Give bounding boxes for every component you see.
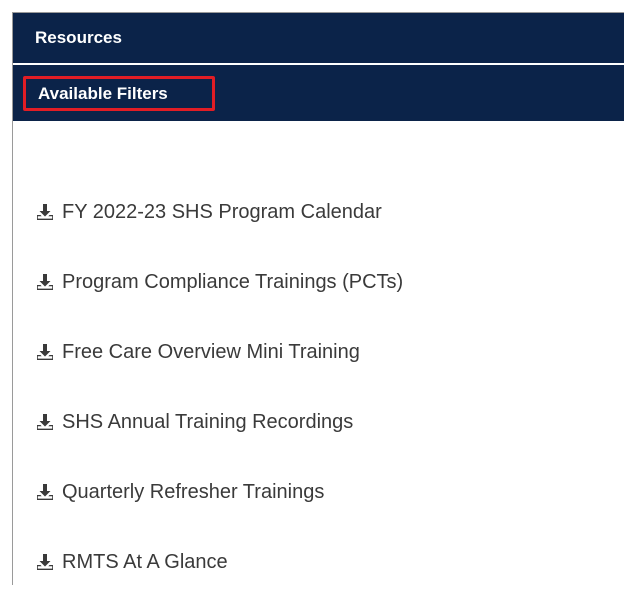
available-filters-bar[interactable]: Available Filters <box>13 65 624 121</box>
resource-link-label: FY 2022-23 SHS Program Calendar <box>62 200 382 223</box>
download-icon <box>37 344 53 360</box>
resources-title: Resources <box>35 28 122 47</box>
resource-link-free-care-overview[interactable]: Free Care Overview Mini Training <box>13 317 403 387</box>
download-icon <box>37 554 53 570</box>
resource-link-label: Quarterly Refresher Trainings <box>62 480 325 503</box>
download-icon <box>37 414 53 430</box>
resources-header: Resources <box>13 13 624 65</box>
resource-link-label: Program Compliance Trainings (PCTs) <box>62 270 404 293</box>
resource-link-annual-training-recordings[interactable]: SHS Annual Training Recordings <box>13 387 403 457</box>
resources-panel: Resources Available Filters FY 2022-23 S… <box>12 12 624 585</box>
resource-link-rmts-at-a-glance[interactable]: RMTS At A Glance <box>13 527 403 597</box>
resource-link-label: Free Care Overview Mini Training <box>62 340 360 363</box>
resource-list: FY 2022-23 SHS Program Calendar Program … <box>13 177 403 597</box>
download-icon <box>37 204 53 220</box>
resource-link-quarterly-refresher[interactable]: Quarterly Refresher Trainings <box>13 457 403 527</box>
download-icon <box>37 274 53 290</box>
download-icon <box>37 484 53 500</box>
resource-link-label: RMTS At A Glance <box>62 550 228 573</box>
available-filters-label[interactable]: Available Filters <box>23 75 215 111</box>
resource-link-compliance-trainings[interactable]: Program Compliance Trainings (PCTs) <box>13 247 403 317</box>
resource-link-program-calendar[interactable]: FY 2022-23 SHS Program Calendar <box>13 177 403 247</box>
resource-link-label: SHS Annual Training Recordings <box>62 410 354 433</box>
